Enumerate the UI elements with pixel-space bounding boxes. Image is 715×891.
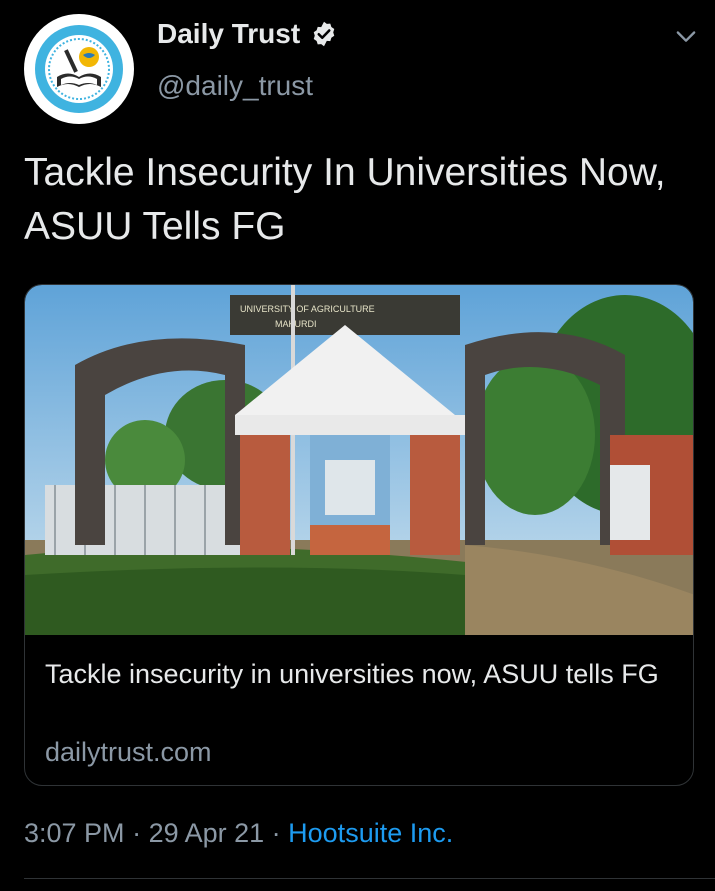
tweet-date[interactable]: 29 Apr 21 — [149, 818, 265, 848]
verified-badge-icon — [313, 21, 335, 47]
avatar[interactable] — [24, 14, 134, 124]
tweet-source-link[interactable]: Hootsuite Inc. — [288, 818, 453, 848]
card-image[interactable]: UNIVERSITY OF AGRICULTURE MAKURDI — [25, 285, 694, 635]
author-handle[interactable]: @daily_trust — [157, 70, 313, 102]
daily-trust-logo-icon — [35, 25, 123, 113]
divider — [24, 878, 715, 879]
tweet-meta: 3:07 PM · 29 Apr 21 · Hootsuite Inc. — [24, 818, 453, 849]
chevron-down-icon[interactable] — [672, 22, 700, 50]
tweet-text: Tackle Insecurity In Universities Now, A… — [24, 151, 666, 248]
card-domain: dailytrust.com — [45, 737, 212, 767]
tweet-time[interactable]: 3:07 PM — [24, 818, 125, 848]
card-title[interactable]: Tackle insecurity in universities now, A… — [45, 655, 675, 693]
meta-separator: · — [264, 818, 289, 848]
meta-separator: · — [124, 818, 149, 848]
svg-text:UNIVERSITY OF AGRICULTURE: UNIVERSITY OF AGRICULTURE — [240, 304, 375, 314]
author-name-row[interactable]: Daily Trust — [157, 18, 338, 50]
link-card[interactable]: UNIVERSITY OF AGRICULTURE MAKURDI Tackle… — [24, 284, 694, 786]
author-display-name[interactable]: Daily Trust — [157, 18, 300, 50]
svg-text:MAKURDI: MAKURDI — [275, 319, 317, 329]
